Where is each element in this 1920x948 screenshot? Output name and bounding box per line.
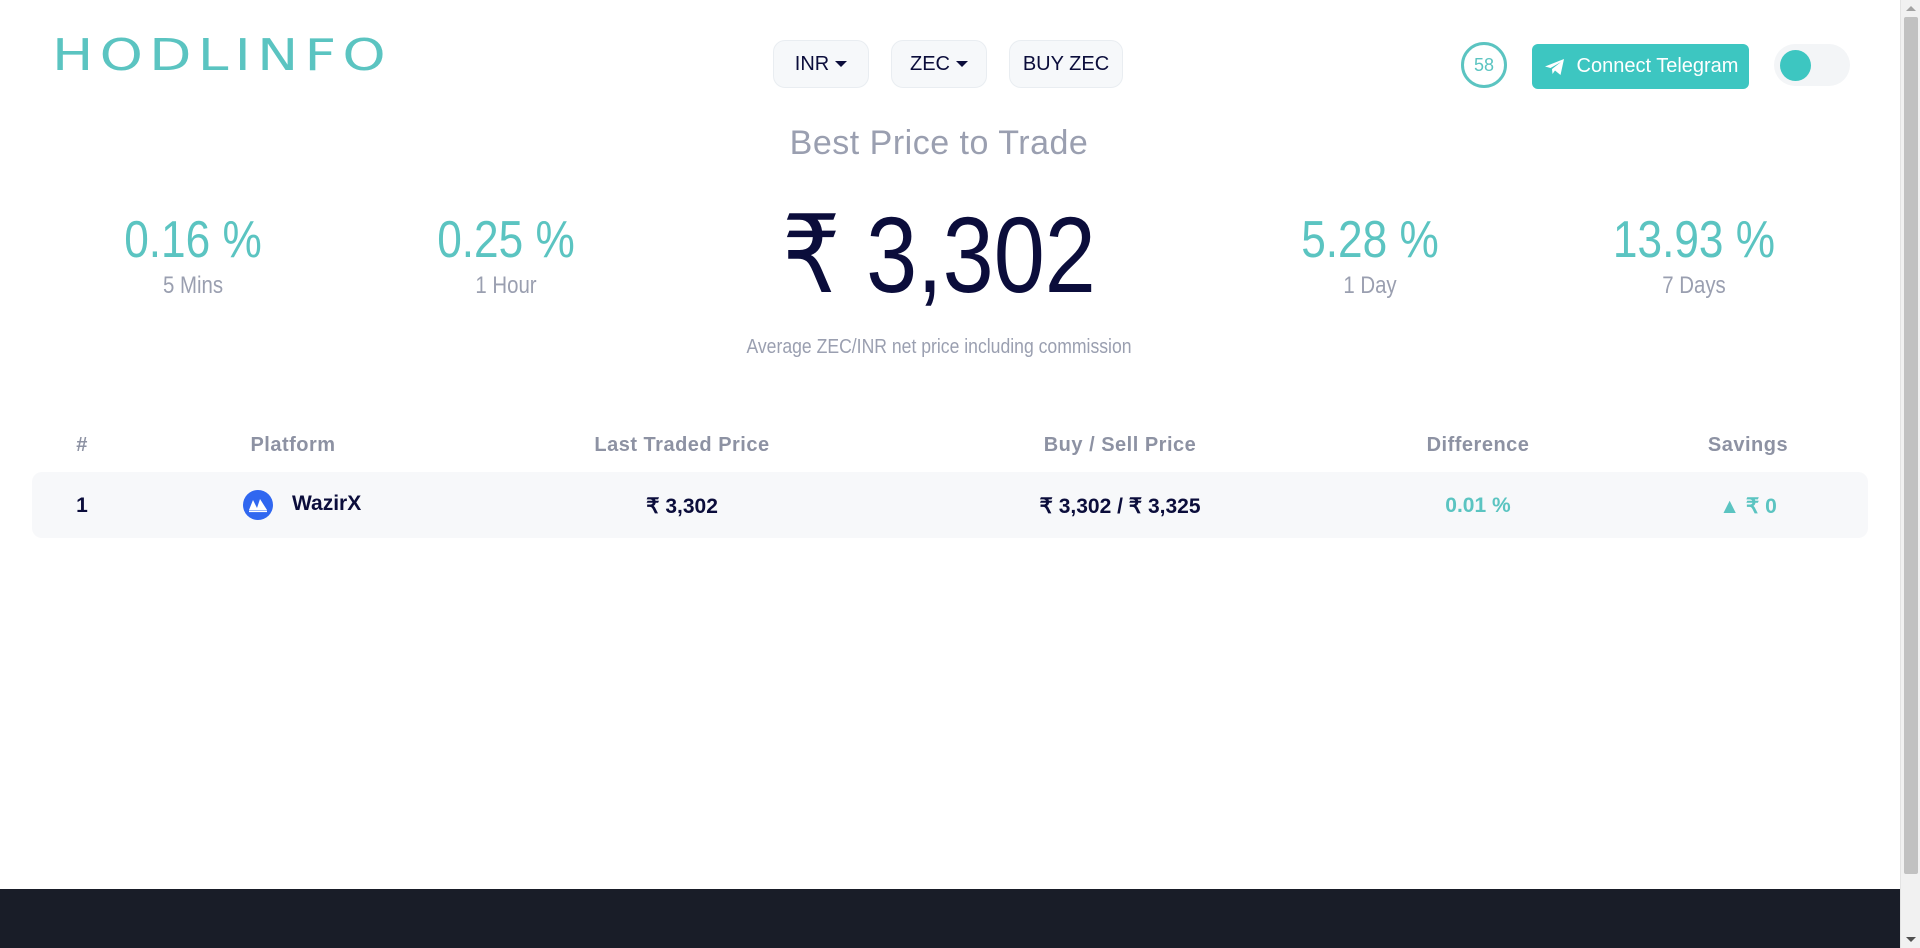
currency-select[interactable]: INR <box>773 40 869 88</box>
connect-telegram-button[interactable]: Connect Telegram <box>1532 44 1749 89</box>
column-header-platform: Platform <box>250 434 336 456</box>
coin-select-label: ZEC <box>910 52 950 75</box>
row-buy-sell: ₹ 3,302 / ₹ 3,325 <box>1039 495 1201 518</box>
column-header-buy-sell: Buy / Sell Price <box>1043 434 1197 456</box>
telegram-icon <box>1544 58 1564 75</box>
chevron-down-icon <box>835 61 848 67</box>
toggle-knob <box>1780 50 1811 81</box>
coin-select[interactable]: ZEC <box>891 40 987 88</box>
top-nav: INR ZEC BUY ZEC <box>773 40 1123 88</box>
price-subtitle: Average ZEC/INR net price including comm… <box>746 336 1132 358</box>
scrollbar-thumb[interactable] <box>1904 17 1918 874</box>
column-header-rank: # <box>76 434 88 456</box>
page: HODLINFO INR ZEC BUY ZEC 58 Connect Tele… <box>0 0 1900 948</box>
column-header-difference: Difference <box>1426 434 1530 456</box>
wazirx-logo-icon <box>243 490 273 520</box>
column-header-last-traded: Last Traded Price <box>594 434 770 456</box>
stat-label: 1 Day <box>1343 272 1397 299</box>
stat-1-day: 5.28 % 1 Day <box>1260 210 1480 300</box>
theme-toggle[interactable] <box>1774 44 1850 86</box>
row-savings: ▲ ₹ 0 <box>1719 495 1777 518</box>
platform-name[interactable]: WazirX <box>292 492 361 516</box>
currency-select-label: INR <box>794 52 830 75</box>
chevron-down-icon <box>956 61 968 67</box>
hero-title: Best Price to Trade <box>789 124 1089 162</box>
logo[interactable]: HODLINFO <box>52 30 392 81</box>
row-rank: 1 <box>76 494 88 517</box>
footer <box>0 889 1900 948</box>
stat-value: 5.28 % <box>1301 211 1439 269</box>
stat-7-days: 13.93 % 7 Days <box>1584 210 1804 300</box>
column-header-savings: Savings <box>1707 434 1789 456</box>
stat-value: 13.93 % <box>1612 211 1776 269</box>
buy-button[interactable]: BUY ZEC <box>1009 40 1123 88</box>
scroll-up-icon[interactable] <box>1906 6 1916 11</box>
refresh-timer: 58 <box>1461 42 1507 88</box>
scroll-down-icon[interactable] <box>1906 937 1916 942</box>
stat-label: 7 Days <box>1662 272 1726 299</box>
row-difference: 0.01 % <box>1445 494 1511 517</box>
wazirx-mark-icon <box>249 499 267 513</box>
scrollbar[interactable] <box>1900 0 1920 948</box>
best-price: ₹ 3,302 <box>782 194 1096 315</box>
row-last-traded: ₹ 3,302 <box>646 495 718 518</box>
telegram-button-label: Connect Telegram <box>1576 55 1739 77</box>
